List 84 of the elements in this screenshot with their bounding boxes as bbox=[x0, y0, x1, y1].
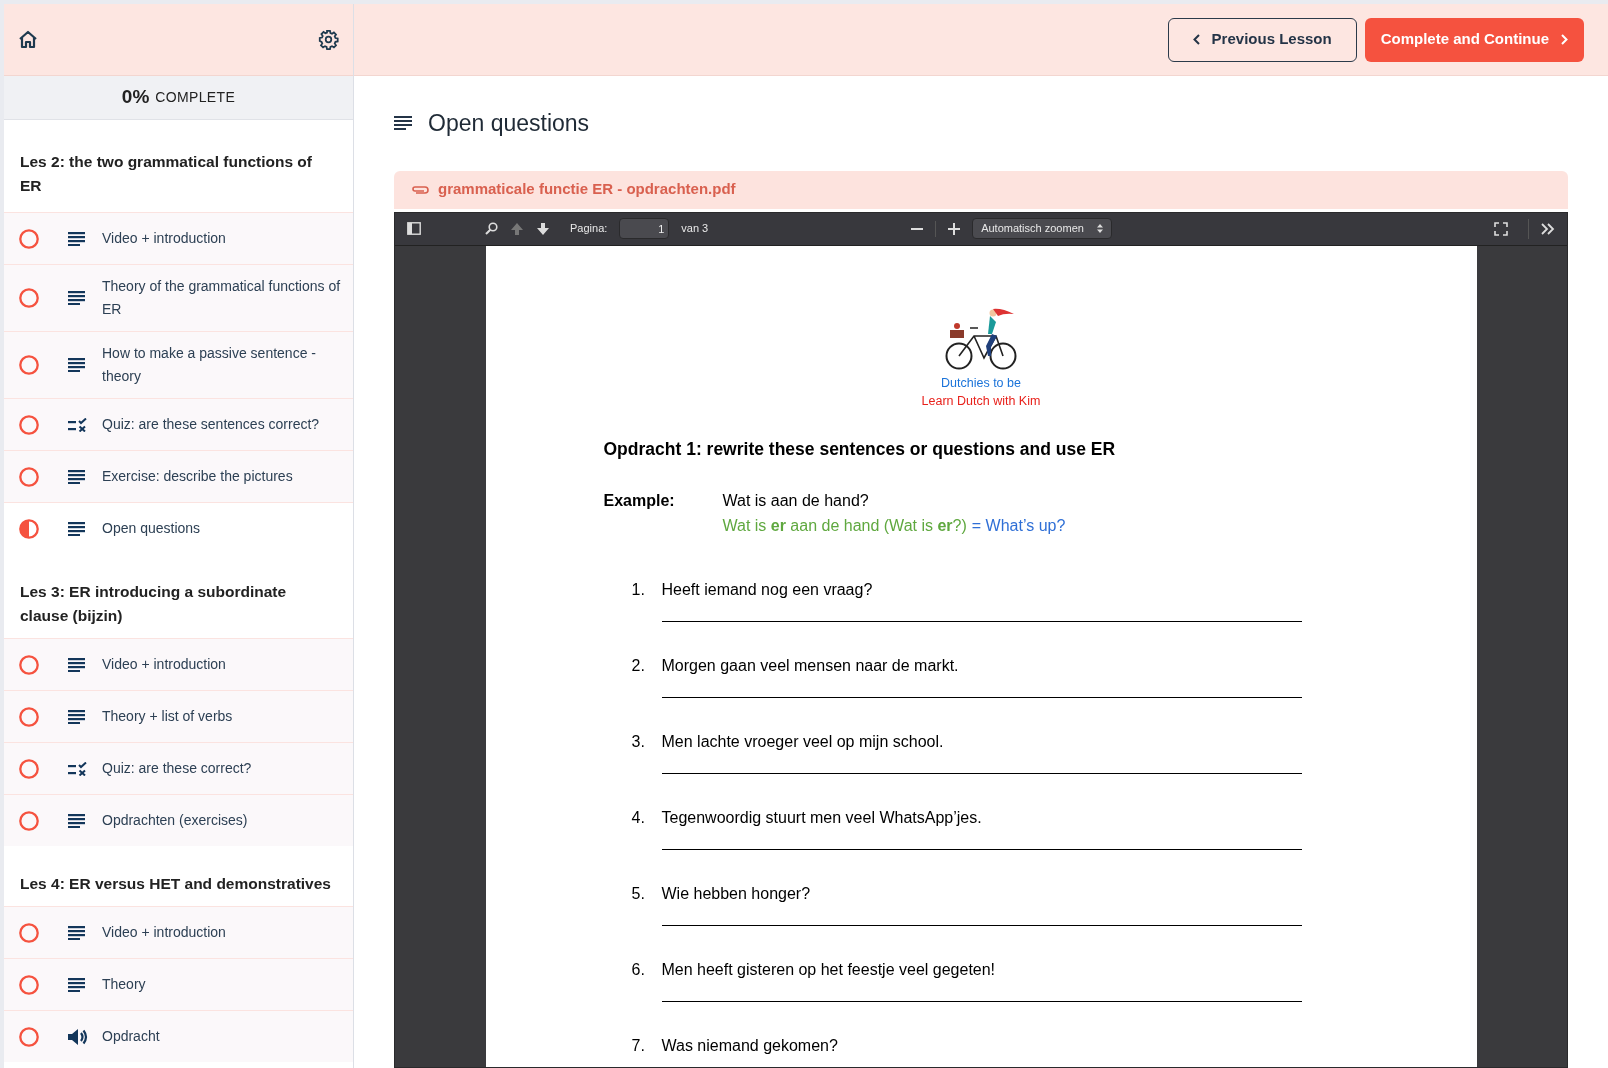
example-translation: = What’s up? bbox=[971, 515, 1066, 536]
chevron-left-icon bbox=[1192, 34, 1200, 45]
lesson-title-text: Theory + list of verbs bbox=[102, 707, 233, 726]
question-text: Was niemand gekomen? bbox=[661, 1035, 838, 1056]
lesson-item[interactable]: How to make a passive sentence - theory bbox=[4, 331, 353, 398]
question-text: Tegenwoordig stuurt men veel WhatsApp’jes. bbox=[661, 807, 982, 828]
lesson-title-text: Opdrachten (exercises) bbox=[102, 811, 248, 830]
question-number: 1. bbox=[631, 579, 646, 600]
up-arrow-icon[interactable] bbox=[510, 221, 524, 236]
lesson-title: Open questions bbox=[428, 109, 590, 138]
question-number: 4. bbox=[631, 807, 646, 828]
section-title: Les 2: the two grammatical functions of ER bbox=[19, 152, 313, 196]
question-number: 2. bbox=[631, 655, 646, 676]
brand-tagline: Learn Dutch with Kim bbox=[921, 392, 1041, 410]
exercise-heading: Opdracht 1: rewrite these sentences or questions and use ER bbox=[602, 437, 1117, 461]
zoom-select[interactable]: Automatisch zoomen bbox=[972, 218, 1113, 239]
example-answer: Wat is er aan de hand (Wat is er?) bbox=[722, 515, 967, 536]
lesson-item[interactable]: Opdracht bbox=[4, 1010, 353, 1062]
question-text: Men heeft gisteren op het feestje veel gegeten! bbox=[661, 959, 996, 980]
lesson-item[interactable]: Opdrachten (exercises) bbox=[4, 794, 353, 846]
chevron-right-icon bbox=[1561, 34, 1568, 45]
checklist-icon bbox=[68, 417, 88, 432]
page-number-field[interactable]: 1 bbox=[619, 218, 670, 239]
lines-icon bbox=[68, 657, 85, 672]
question-number: 3. bbox=[631, 731, 646, 752]
lesson-item[interactable]: Theory + list of verbs bbox=[4, 690, 353, 742]
lesson-item[interactable]: Quiz: are these sentences correct? bbox=[4, 398, 353, 450]
lines-icon bbox=[394, 116, 412, 131]
lines-icon bbox=[68, 709, 85, 724]
section-title: Les 4: ER versus HET and demonstratives bbox=[19, 874, 332, 894]
lines-icon bbox=[68, 358, 85, 372]
lesson-item[interactable]: Theory of the grammatical functions of ER bbox=[4, 264, 353, 331]
lesson-title-text: Opdracht bbox=[102, 1027, 160, 1046]
lesson-title-text: Quiz: are these correct? bbox=[102, 759, 252, 778]
speaker-icon bbox=[68, 1028, 88, 1045]
lesson-title-text: Theory of the grammatical functions of ER bbox=[102, 277, 341, 319]
lines-icon bbox=[68, 469, 85, 484]
lesson-title-text: How to make a passive sentence - theory bbox=[102, 344, 317, 386]
lines-icon bbox=[68, 977, 85, 992]
updown-caret-icon bbox=[1097, 224, 1104, 233]
lines-icon bbox=[68, 813, 85, 828]
brand-name: Dutchies to be bbox=[941, 374, 1021, 392]
question-text: Heeft iemand nog een vraag? bbox=[661, 579, 873, 600]
search-icon[interactable] bbox=[485, 222, 498, 235]
example-question: Wat is aan de hand? bbox=[722, 490, 870, 511]
zoom-in-icon[interactable] bbox=[948, 222, 961, 235]
home-icon[interactable] bbox=[18, 30, 38, 49]
question-text: Men lachte vroeger veel op mijn school. bbox=[661, 731, 944, 752]
question-text: Wie hebben honger? bbox=[661, 883, 811, 904]
lines-icon bbox=[68, 925, 85, 940]
lines-icon bbox=[68, 231, 85, 246]
lesson-title-text: Open questions bbox=[102, 519, 201, 538]
question-number: 7. bbox=[631, 1035, 646, 1056]
example-label: Example: bbox=[603, 490, 676, 511]
double-chevron-icon[interactable] bbox=[1541, 222, 1555, 235]
lesson-item[interactable]: Quiz: are these correct? bbox=[4, 742, 353, 794]
question-text: Morgen gaan veel mensen naar de markt. bbox=[661, 655, 959, 676]
progress-label: COMPLETE bbox=[155, 88, 236, 107]
page-total: van 3 bbox=[681, 221, 709, 237]
page-label: Pagina: bbox=[570, 221, 608, 237]
down-arrow-icon[interactable] bbox=[536, 221, 550, 236]
checklist-icon bbox=[68, 761, 88, 776]
lines-icon bbox=[68, 291, 85, 305]
section-title: Les 3: ER introducing a subordinate clause (bijzin) bbox=[19, 582, 288, 626]
paperclip-icon bbox=[410, 184, 430, 195]
lesson-item[interactable]: Video + introduction bbox=[4, 906, 353, 958]
question-number: 5. bbox=[631, 883, 646, 904]
lesson-title-text: Quiz: are these sentences correct? bbox=[102, 415, 320, 434]
lesson-title-text: Exercise: describe the pictures bbox=[102, 467, 293, 486]
lesson-item[interactable]: Video + introduction bbox=[4, 212, 353, 264]
settings-icon[interactable] bbox=[318, 29, 339, 50]
lesson-title-text: Video + introduction bbox=[102, 923, 226, 942]
lesson-item[interactable]: Exercise: describe the pictures bbox=[4, 450, 353, 502]
lesson-item[interactable]: Theory bbox=[4, 958, 353, 1010]
lesson-item[interactable]: Video + introduction bbox=[4, 638, 353, 690]
previous-lesson-button[interactable]: Previous Lesson bbox=[1167, 17, 1357, 62]
lesson-title-text: Video + introduction bbox=[102, 655, 226, 674]
lesson-title-text: Theory bbox=[102, 975, 146, 994]
fullscreen-icon[interactable] bbox=[1494, 221, 1508, 236]
question-number: 6. bbox=[631, 959, 646, 980]
lesson-title-text: Video + introduction bbox=[102, 229, 226, 248]
sidebar-toggle-icon[interactable] bbox=[407, 222, 421, 235]
progress-percent: 0% bbox=[121, 85, 150, 110]
lines-icon bbox=[68, 521, 85, 536]
